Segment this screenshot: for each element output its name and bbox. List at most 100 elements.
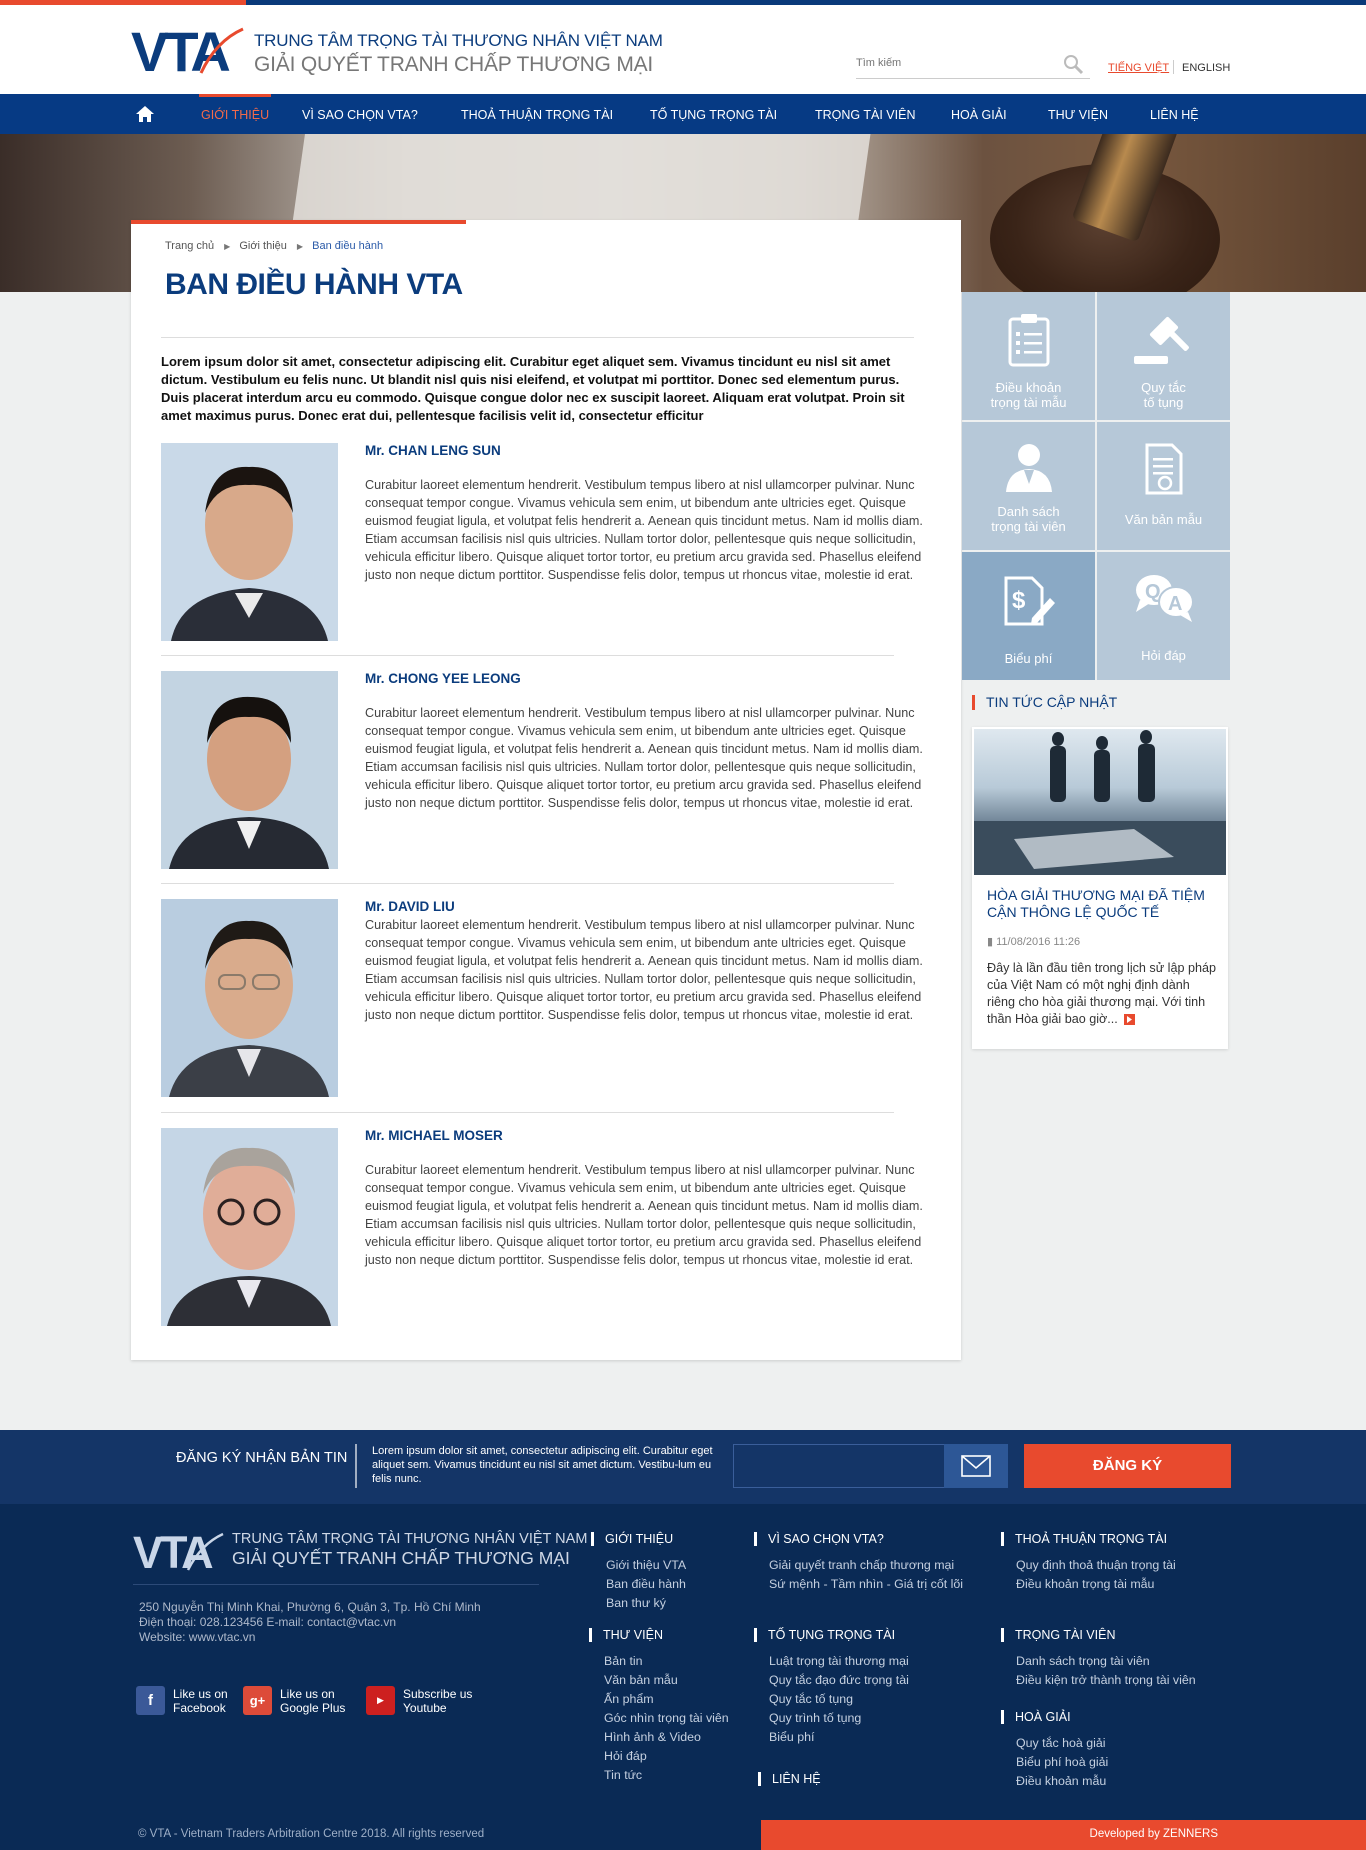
lang-divider: [1173, 60, 1174, 74]
social-label: Youtube: [403, 1700, 447, 1715]
newsletter-email-input[interactable]: [733, 1444, 945, 1488]
facebook-link[interactable]: f Like us on Facebook: [136, 1686, 228, 1715]
footer-link[interactable]: Biểu phí hoà giải: [1001, 1753, 1108, 1772]
nav-item-hoa-giai[interactable]: HOÀ GIẢI: [951, 94, 1007, 134]
footer-col-title[interactable]: VÌ SAO CHỌN VTA?: [754, 1532, 963, 1546]
tile-quy-tac-to-tung[interactable]: Quy tắc tố tụng: [1097, 292, 1230, 420]
youtube-link[interactable]: ▶ Subscribe us Youtube: [366, 1686, 472, 1715]
footer-link[interactable]: Biểu phí: [754, 1728, 909, 1747]
footer-link[interactable]: Điều kiện trở thành trọng tài viên: [1001, 1671, 1196, 1690]
tile-label: Điều khoản: [995, 380, 1062, 395]
footer-link[interactable]: Giải quyết tranh chấp thương mại: [754, 1556, 963, 1575]
footer-vta-logo[interactable]: VTA: [133, 1528, 225, 1576]
lang-vietnamese-link[interactable]: TIẾNG VIỆT: [1108, 62, 1169, 74]
footer-link[interactable]: Quy tắc hoà giải: [1001, 1734, 1108, 1753]
developer-credit[interactable]: Developed by ZENNERS: [1090, 1828, 1218, 1840]
footer-phone-email: Điện thoại: 028.123456 E-mail: contact@v…: [139, 1615, 396, 1629]
footer-address: 250 Nguyễn Thị Minh Khai, Phường 6, Quận…: [139, 1600, 481, 1614]
footer-col-hoa-giai: HOÀ GIẢI Quy tắc hoà giải Biểu phí hoà g…: [1001, 1710, 1108, 1791]
footer-col-title[interactable]: THOẢ THUẬN TRỌNG TÀI: [1001, 1532, 1176, 1546]
footer-link[interactable]: Ban điều hành: [591, 1575, 686, 1594]
footer-link[interactable]: Quy tắc tố tụng: [754, 1690, 909, 1709]
breadcrumb-gioi-thieu[interactable]: Giới thiệu: [239, 240, 287, 252]
youtube-icon: ▶: [366, 1686, 395, 1715]
footer-link[interactable]: Sứ mệnh - Tầm nhìn - Giá trị cốt lõi: [754, 1575, 963, 1594]
footer-link[interactable]: Quy trình tố tụng: [754, 1709, 909, 1728]
envelope-icon[interactable]: [944, 1444, 1008, 1488]
breadcrumb-home[interactable]: Trang chủ: [165, 240, 214, 252]
search-input[interactable]: [856, 50, 1056, 76]
social-label: Like us on: [173, 1686, 228, 1701]
footer-link[interactable]: Quy tắc đạo đức trọng tài: [754, 1671, 909, 1690]
footer-link[interactable]: Danh sách trọng tài viên: [1001, 1652, 1196, 1671]
intro-text: Lorem ipsum dolor sit amet, consectetur …: [161, 354, 905, 423]
footer-link[interactable]: Điều khoản mẫu: [1001, 1772, 1108, 1791]
nav-item-lien-he[interactable]: LIÊN HỆ: [1150, 94, 1199, 134]
nav-item-thoa-thuan-trong-tai[interactable]: THOẢ THUẬN TRỌNG TÀI: [461, 94, 613, 134]
nav-item-vi-sao-chon-vta[interactable]: VÌ SAO CHỌN VTA?: [302, 94, 418, 134]
footer-link[interactable]: Ấn phẩm: [589, 1690, 729, 1709]
news-excerpt-text: Đây là lần đầu tiên trong lịch sử lập ph…: [987, 961, 1216, 1026]
footer-link[interactable]: Ban thư ký: [591, 1594, 686, 1613]
tile-label: Hỏi đáp: [1141, 648, 1186, 663]
footer-link[interactable]: Điều khoản trọng tài mẫu: [1001, 1575, 1176, 1594]
member-card: Mr. MICHAEL MOSER Curabitur laoreet elem…: [161, 1128, 931, 1328]
tile-danh-sach-trong-tai-vien[interactable]: Danh sách trọng tài viên: [962, 422, 1095, 550]
home-icon[interactable]: [135, 105, 155, 123]
subscribe-button[interactable]: ĐĂNG KÝ: [1024, 1444, 1231, 1488]
footer-col-title[interactable]: TRỌNG TÀI VIÊN: [1001, 1628, 1196, 1642]
footer-col-title[interactable]: LIÊN HỆ: [758, 1772, 821, 1786]
tile-hoi-dap[interactable]: QA Hỏi đáp: [1097, 552, 1230, 680]
footer-contact: 250 Nguyễn Thị Minh Khai, Phường 6, Quận…: [139, 1600, 481, 1645]
footer-link[interactable]: Quy định thoả thuận trọng tài: [1001, 1556, 1176, 1575]
footer-col-title[interactable]: THƯ VIỆN: [589, 1628, 729, 1642]
footer-link[interactable]: Tin tức: [589, 1766, 729, 1785]
member-card: Mr. CHONG YEE LEONG Curabitur laoreet el…: [161, 671, 931, 871]
news-heading: TIN TỨC CẬP NHẬT: [972, 694, 1117, 710]
footer-link[interactable]: Luật trọng tài thương mại: [754, 1652, 909, 1671]
lang-english-link[interactable]: ENGLISH: [1182, 62, 1230, 74]
nav-item-trong-tai-vien[interactable]: TRỌNG TÀI VIÊN: [815, 94, 915, 134]
member-photo: [161, 899, 338, 1097]
googleplus-icon: g+: [243, 1686, 272, 1715]
footer-link[interactable]: Hình ảnh & Video: [589, 1728, 729, 1747]
member-photo: [161, 1128, 338, 1326]
tile-label: Biểu phí: [1004, 651, 1053, 666]
footer-link[interactable]: Bản tin: [589, 1652, 729, 1671]
breadcrumb: Trang chủ ▶ Giới thiệu ▶ Ban điều hành: [165, 240, 384, 252]
developer-bar: Developed by ZENNERS: [761, 1820, 1366, 1850]
footer-col-to-tung-trong-tai: TỐ TỤNG TRỌNG TÀI Luật trọng tài thương …: [754, 1628, 909, 1747]
read-more-icon[interactable]: [1123, 1014, 1135, 1026]
site-header: VTA TRUNG TÂM TRỌNG TÀI THƯƠNG NHÂN VIỆT…: [0, 5, 1366, 94]
nav-item-thu-vien[interactable]: THƯ VIỆN: [1048, 94, 1108, 134]
newsletter-heading: ĐĂNG KÝ NHẬN BẢN TIN: [176, 1450, 348, 1466]
member-bio: Curabitur laoreet elementum hendrerit. V…: [365, 918, 923, 1022]
vta-logo[interactable]: VTA: [131, 21, 246, 81]
tile-bieu-phi[interactable]: $ Biểu phí: [962, 552, 1095, 680]
googleplus-link[interactable]: g+ Like us on Google Plus: [243, 1686, 345, 1715]
nav-item-to-tung-trong-tai[interactable]: TỐ TỤNG TRỌNG TÀI: [650, 94, 777, 134]
footer-col-title[interactable]: HOÀ GIẢI: [1001, 1710, 1108, 1724]
footer-col-title[interactable]: GIỚI THIỆU: [591, 1532, 686, 1546]
news-title[interactable]: HÒA GIẢI THƯƠNG MẠI ĐÃ TIỆM CẬN THÔNG LỆ…: [987, 887, 1217, 921]
footer-link[interactable]: Văn bản mẫu: [589, 1671, 729, 1690]
newsletter-bar: ĐĂNG KÝ NHẬN BẢN TIN Lorem ipsum dolor s…: [0, 1430, 1366, 1504]
tile-van-ban-mau[interactable]: Văn bản mẫu: [1097, 422, 1230, 550]
news-image[interactable]: [974, 729, 1226, 875]
search-icon[interactable]: [1062, 53, 1084, 75]
footer-link[interactable]: Giới thiệu VTA: [591, 1556, 686, 1575]
tile-dieu-khoan-trong-tai-mau[interactable]: Điều khoản trọng tài mẫu: [962, 292, 1095, 420]
social-label: Google Plus: [280, 1700, 346, 1715]
footer-org-tagline: GIẢI QUYẾT TRANH CHẤP THƯƠNG MẠI: [232, 1548, 570, 1568]
footer-link[interactable]: Góc nhìn trọng tài viên: [589, 1709, 729, 1728]
news-card[interactable]: HÒA GIẢI THƯƠNG MẠI ĐÃ TIỆM CẬN THÔNG LỆ…: [972, 727, 1228, 1049]
footer-col-title[interactable]: TỐ TỤNG TRỌNG TÀI: [754, 1628, 909, 1642]
footer-col-thoa-thuan-trong-tai: THOẢ THUẬN TRỌNG TÀI Quy định thoả thuận…: [1001, 1532, 1176, 1594]
site-footer: VTA TRUNG TÂM TRỌNG TÀI THƯƠNG NHÂN VIỆT…: [0, 1504, 1366, 1820]
footer-col-gioi-thieu: GIỚI THIỆU Giới thiệu VTA Ban điều hành …: [591, 1532, 686, 1613]
nav-item-gioi-thieu[interactable]: GIỚI THIỆU: [198, 94, 272, 134]
footer-col-lien-he: LIÊN HỆ: [758, 1772, 821, 1796]
footer-link[interactable]: Hỏi đáp: [589, 1747, 729, 1766]
member-name: Mr. CHONG YEE LEONG: [365, 671, 521, 686]
newsletter-description: Lorem ipsum dolor sit amet, consectetur …: [372, 1445, 713, 1485]
